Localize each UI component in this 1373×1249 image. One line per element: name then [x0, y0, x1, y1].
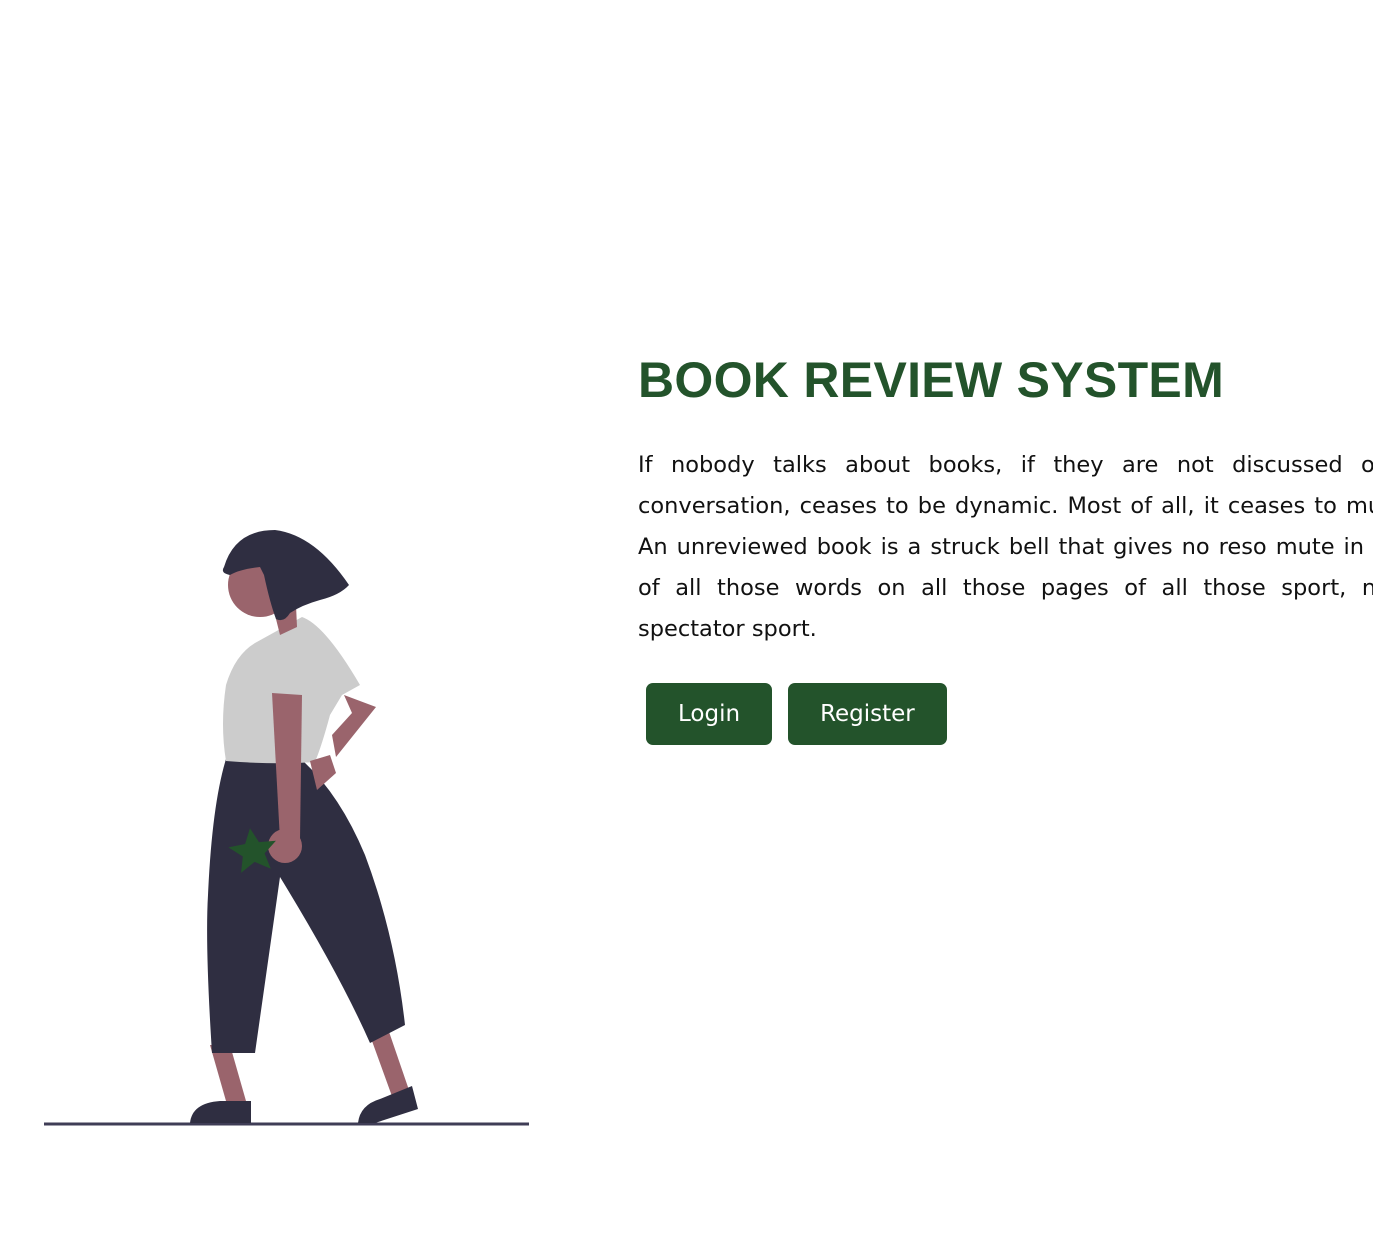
hero-description: If nobody talks about books, if they are…	[638, 452, 1373, 642]
auth-buttons: Login Register	[638, 683, 1373, 745]
login-button[interactable]: Login	[646, 683, 773, 745]
woman-with-star-illustration	[44, 530, 529, 1126]
landing-page: BOOK REVIEW SYSTEM If nobody talks about…	[0, 0, 1373, 1249]
hero-section: BOOK REVIEW SYSTEM If nobody talks about…	[638, 350, 1373, 745]
register-button[interactable]: Register	[788, 683, 947, 745]
page-title: BOOK REVIEW SYSTEM	[638, 352, 1225, 408]
